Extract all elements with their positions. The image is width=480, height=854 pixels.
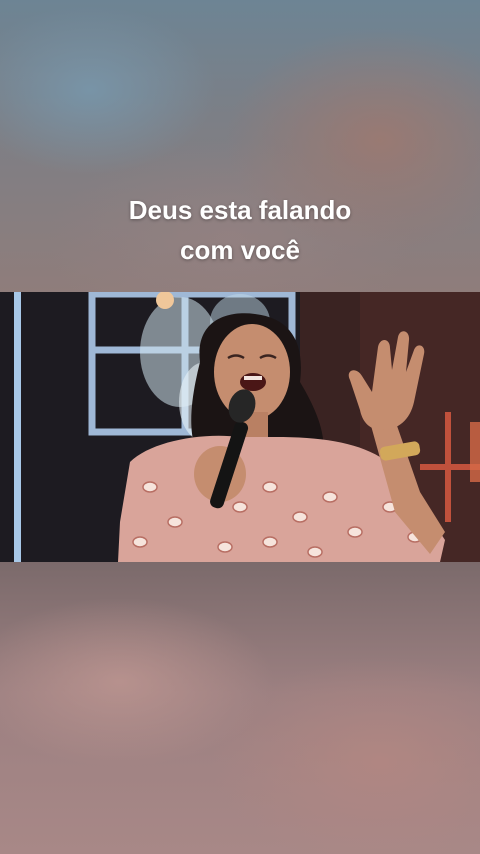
blurred-background-bottom (0, 562, 480, 854)
caption-text: Deus esta falando com você (0, 190, 480, 270)
stage-light-bar (14, 292, 21, 562)
caption-line-1: Deus esta falando (128, 195, 352, 225)
video-still (0, 292, 480, 562)
video-frame[interactable] (0, 292, 480, 562)
story-screen: Deus esta falando com você (0, 0, 480, 854)
caption-line-2: com você (180, 235, 300, 265)
